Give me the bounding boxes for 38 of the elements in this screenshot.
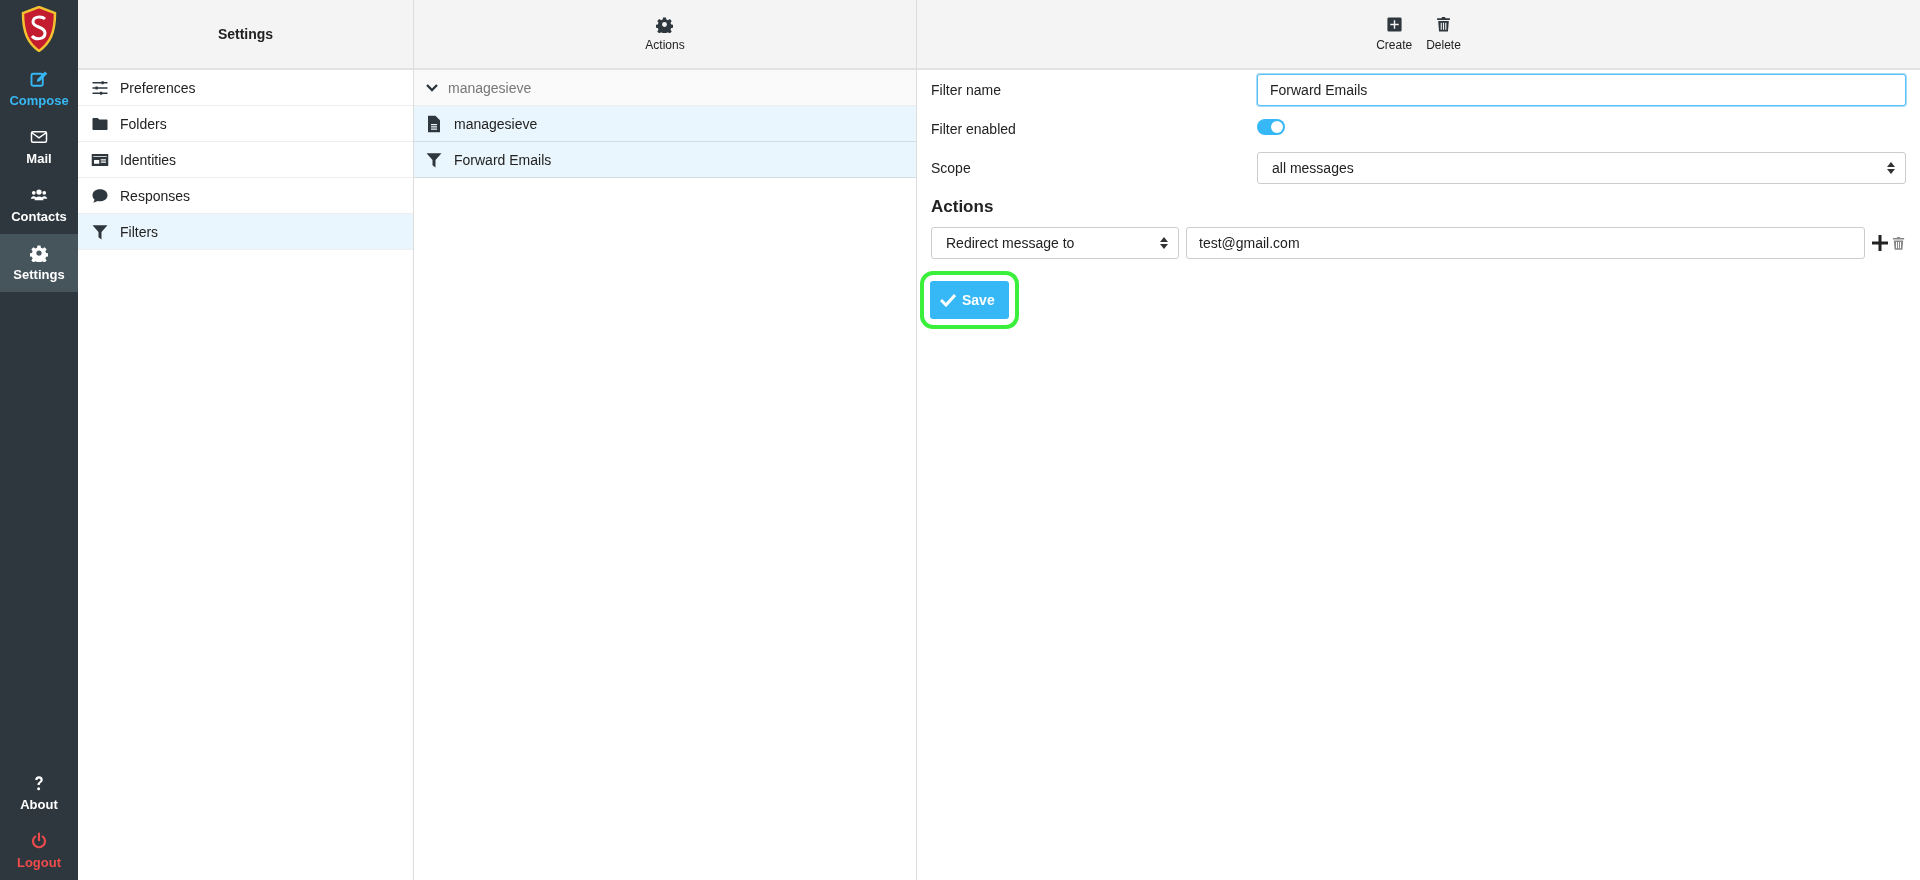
settings-icon	[30, 244, 48, 262]
checkmark-icon	[940, 293, 956, 307]
sliders-icon	[90, 78, 110, 97]
field-label: Filter name	[931, 81, 1003, 98]
toolbar-button[interactable]: Actions	[645, 16, 685, 52]
toggle-switch[interactable]	[1257, 118, 1285, 135]
select-arrows-icon	[1887, 161, 1895, 174]
filter-list-item[interactable]: managesieve	[414, 106, 916, 142]
chevron-down-icon	[426, 81, 438, 94]
plus-icon[interactable]	[1872, 235, 1888, 251]
group-header[interactable]: managesieve	[414, 70, 916, 106]
input-field[interactable]: test@gmail.com	[1186, 227, 1865, 259]
settings-icon	[656, 16, 674, 33]
nav-item[interactable]: About	[0, 764, 78, 822]
field-label: Filter enabled	[931, 120, 1017, 137]
speech-bubble-icon	[90, 186, 110, 205]
action-select[interactable]: Redirect message to	[931, 227, 1179, 259]
envelope-icon	[30, 128, 48, 146]
nav-item[interactable]: Settings	[0, 234, 78, 292]
nav-item[interactable]: Mail	[0, 118, 78, 176]
shield-logo	[21, 6, 57, 52]
edit-icon	[30, 70, 48, 88]
power-icon	[30, 832, 48, 850]
toolbar-button[interactable]: Create	[1376, 16, 1413, 52]
filter-icon	[424, 150, 444, 169]
panel-title: Settings	[217, 26, 274, 42]
input-field[interactable]: Forward Emails	[1257, 73, 1906, 106]
settings-menu-item[interactable]: Filters	[78, 214, 413, 250]
nav-item[interactable]: Compose	[0, 60, 78, 118]
nav-item[interactable]: Contacts	[0, 176, 78, 234]
toolbar-button[interactable]: Delete	[1426, 16, 1461, 52]
filter-list-item[interactable]: Forward Emails	[414, 142, 916, 178]
field-label: Scope	[931, 159, 972, 176]
scope-select[interactable]: all messages	[1257, 151, 1906, 184]
section-heading: Actions	[931, 197, 995, 217]
trash-icon	[1435, 16, 1452, 33]
select-arrows-icon	[1160, 237, 1168, 249]
filter-icon	[90, 222, 110, 241]
